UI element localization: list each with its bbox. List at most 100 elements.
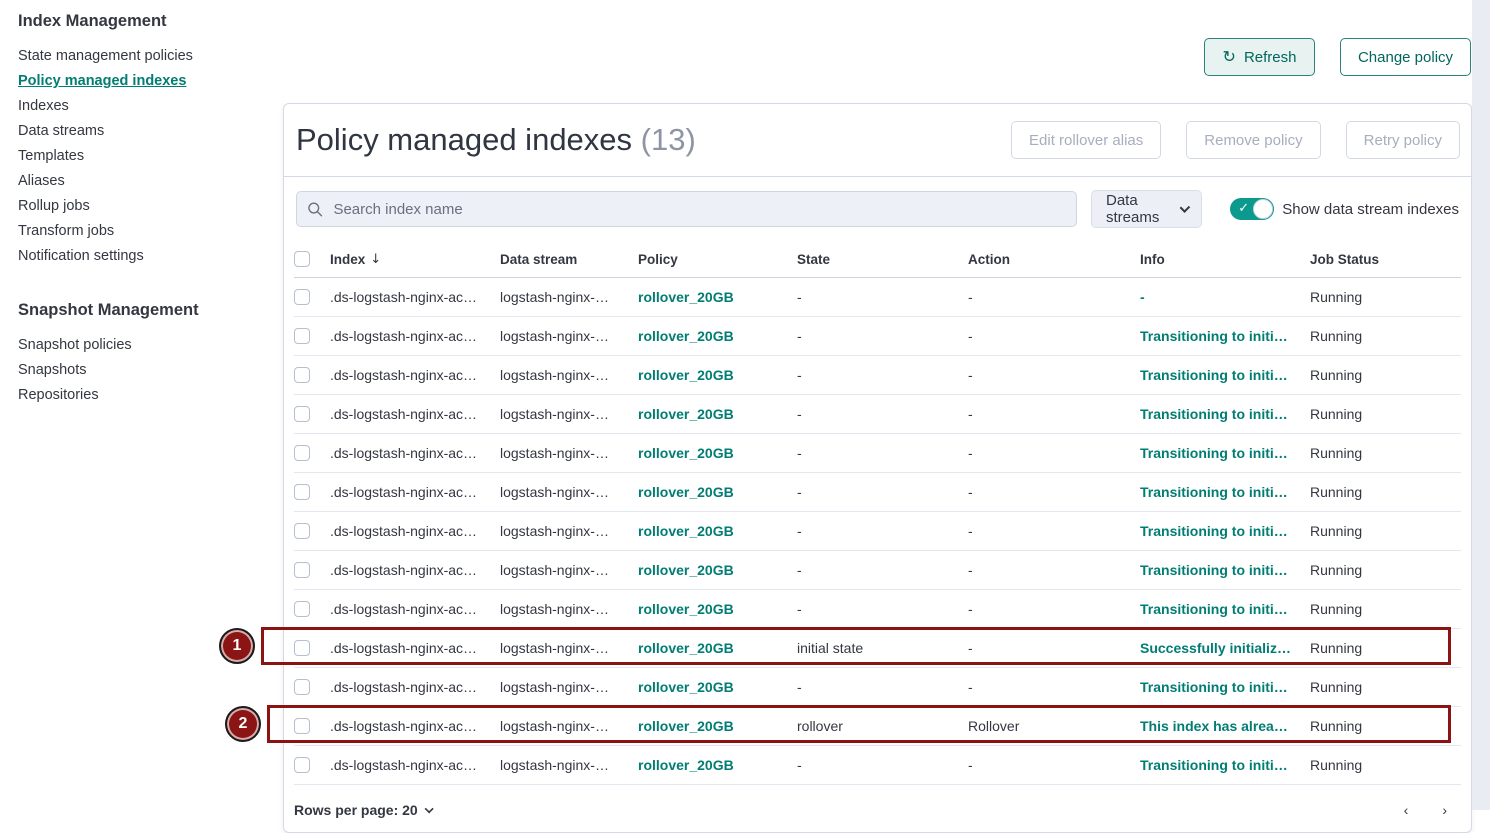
cell-info-link[interactable]: Transitioning to initi… bbox=[1140, 434, 1310, 472]
rows-per-page-control[interactable]: Rows per page: 20 bbox=[294, 802, 432, 818]
row-checkbox[interactable] bbox=[294, 640, 310, 656]
sidebar-item-templates[interactable]: Templates bbox=[18, 144, 268, 169]
column-header-action[interactable]: Action bbox=[968, 241, 1140, 277]
cell-policy-link[interactable]: rollover_20GB bbox=[638, 317, 797, 355]
cell-policy-link[interactable]: rollover_20GB bbox=[638, 590, 797, 628]
cell-policy-link[interactable]: rollover_20GB bbox=[638, 707, 797, 745]
row-checkbox[interactable] bbox=[294, 718, 310, 734]
row-checkbox-cell bbox=[294, 278, 330, 316]
cell-policy-link[interactable]: rollover_20GB bbox=[638, 434, 797, 472]
sidebar-item-rollup-jobs[interactable]: Rollup jobs bbox=[18, 194, 268, 219]
row-checkbox-cell bbox=[294, 317, 330, 355]
row-checkbox-cell bbox=[294, 746, 330, 784]
sidebar-item-data-streams[interactable]: Data streams bbox=[18, 119, 268, 144]
cell-data-stream: logstash-nginx-… bbox=[500, 668, 638, 706]
cell-policy-link[interactable]: rollover_20GB bbox=[638, 551, 797, 589]
row-checkbox[interactable] bbox=[294, 289, 310, 305]
row-checkbox[interactable] bbox=[294, 601, 310, 617]
row-checkbox[interactable] bbox=[294, 445, 310, 461]
retry-policy-button[interactable]: Retry policy bbox=[1346, 121, 1460, 159]
sidebar-item-label: Indexes bbox=[18, 98, 69, 114]
cell-index: .ds-logstash-nginx-ac… bbox=[330, 590, 500, 628]
cell-info-link[interactable]: Transitioning to initi… bbox=[1140, 746, 1310, 784]
sidebar-item-label: Data streams bbox=[18, 123, 104, 139]
cell-info-link[interactable]: - bbox=[1140, 278, 1310, 316]
cell-policy-link[interactable]: rollover_20GB bbox=[638, 473, 797, 511]
select-all-checkbox[interactable] bbox=[294, 251, 310, 267]
show-data-stream-toggle[interactable]: ✓ bbox=[1230, 198, 1274, 220]
column-header-state[interactable]: State bbox=[797, 241, 968, 277]
cell-policy-link[interactable]: rollover_20GB bbox=[638, 746, 797, 784]
sidebar-item-state-management-policies[interactable]: State management policies bbox=[18, 44, 268, 69]
cell-info-link[interactable]: Transitioning to initi… bbox=[1140, 317, 1310, 355]
row-checkbox[interactable] bbox=[294, 367, 310, 383]
cell-state: - bbox=[797, 356, 968, 394]
row-checkbox[interactable] bbox=[294, 328, 310, 344]
sidebar-item-snapshots[interactable]: Snapshots bbox=[18, 358, 268, 383]
sidebar-item-label: State management policies bbox=[18, 48, 193, 64]
cell-index: .ds-logstash-nginx-ac… bbox=[330, 356, 500, 394]
cell-state: - bbox=[797, 473, 968, 511]
cell-data-stream: logstash-nginx-… bbox=[500, 629, 638, 667]
sidebar-item-aliases[interactable]: Aliases bbox=[18, 169, 268, 194]
row-checkbox[interactable] bbox=[294, 523, 310, 539]
column-header-info[interactable]: Info bbox=[1140, 241, 1310, 277]
change-policy-button[interactable]: Change policy bbox=[1340, 38, 1471, 76]
row-checkbox[interactable] bbox=[294, 406, 310, 422]
row-checkbox[interactable] bbox=[294, 757, 310, 773]
cell-state: - bbox=[797, 434, 968, 472]
cell-policy-link[interactable]: rollover_20GB bbox=[638, 629, 797, 667]
search-icon bbox=[307, 201, 323, 218]
sidebar-item-policy-managed-indexes[interactable]: Policy managed indexes bbox=[18, 69, 268, 94]
row-checkbox[interactable] bbox=[294, 562, 310, 578]
table-row: .ds-logstash-nginx-ac…logstash-nginx-…ro… bbox=[294, 395, 1461, 434]
cell-index: .ds-logstash-nginx-ac… bbox=[330, 512, 500, 550]
cell-info-link[interactable]: Transitioning to initi… bbox=[1140, 668, 1310, 706]
cell-policy-link[interactable]: rollover_20GB bbox=[638, 356, 797, 394]
scrollbar-track[interactable] bbox=[1472, 0, 1490, 810]
cell-policy-link[interactable]: rollover_20GB bbox=[638, 668, 797, 706]
column-header-index[interactable]: Index ↓ bbox=[330, 241, 500, 277]
table-row: .ds-logstash-nginx-ac…logstash-nginx-…ro… bbox=[294, 551, 1461, 590]
cell-info-link[interactable]: Transitioning to initi… bbox=[1140, 356, 1310, 394]
sidebar-item-label: Templates bbox=[18, 148, 84, 164]
show-data-stream-toggle-group: ✓ Show data stream indexes bbox=[1230, 198, 1459, 220]
row-checkbox-cell bbox=[294, 707, 330, 745]
cell-info-link[interactable]: Successfully initializ… bbox=[1140, 629, 1310, 667]
sidebar-item-transform-jobs[interactable]: Transform jobs bbox=[18, 219, 268, 244]
cell-job-status: Running bbox=[1310, 395, 1461, 433]
annotation-marker-1: 1 bbox=[219, 628, 255, 664]
page-title-text: Policy managed indexes bbox=[296, 122, 632, 157]
sidebar-item-snapshot-policies[interactable]: Snapshot policies bbox=[18, 333, 268, 358]
column-header-policy[interactable]: Policy bbox=[638, 241, 797, 277]
sidebar-item-repositories[interactable]: Repositories bbox=[18, 383, 268, 408]
cell-info-link[interactable]: This index has alrea… bbox=[1140, 707, 1310, 745]
cell-data-stream: logstash-nginx-… bbox=[500, 395, 638, 433]
cell-state: - bbox=[797, 551, 968, 589]
next-page-icon[interactable]: › bbox=[1442, 802, 1447, 818]
column-header-data-stream[interactable]: Data stream bbox=[500, 241, 638, 277]
row-checkbox[interactable] bbox=[294, 679, 310, 695]
cell-policy-link[interactable]: rollover_20GB bbox=[638, 512, 797, 550]
cell-info-link[interactable]: Transitioning to initi… bbox=[1140, 473, 1310, 511]
sidebar-item-label: Aliases bbox=[18, 173, 65, 189]
remove-policy-button[interactable]: Remove policy bbox=[1186, 121, 1320, 159]
cell-data-stream: logstash-nginx-… bbox=[500, 473, 638, 511]
cell-policy-link[interactable]: rollover_20GB bbox=[638, 278, 797, 316]
previous-page-icon[interactable]: ‹ bbox=[1404, 802, 1409, 818]
cell-info-link[interactable]: Transitioning to initi… bbox=[1140, 551, 1310, 589]
cell-data-stream: logstash-nginx-… bbox=[500, 746, 638, 784]
data-streams-dropdown[interactable]: Data streams bbox=[1091, 190, 1202, 228]
cell-info-link[interactable]: Transitioning to initi… bbox=[1140, 395, 1310, 433]
row-checkbox[interactable] bbox=[294, 484, 310, 500]
cell-info-link[interactable]: Transitioning to initi… bbox=[1140, 512, 1310, 550]
edit-rollover-alias-button[interactable]: Edit rollover alias bbox=[1011, 121, 1161, 159]
cell-job-status: Running bbox=[1310, 668, 1461, 706]
sidebar-item-notification-settings[interactable]: Notification settings bbox=[18, 244, 268, 269]
cell-policy-link[interactable]: rollover_20GB bbox=[638, 395, 797, 433]
column-header-job-status[interactable]: Job Status bbox=[1310, 241, 1461, 277]
refresh-button[interactable]: ↻ Refresh bbox=[1204, 38, 1315, 76]
search-input[interactable] bbox=[331, 200, 1066, 219]
sidebar-item-indexes[interactable]: Indexes bbox=[18, 94, 268, 119]
cell-info-link[interactable]: Transitioning to initi… bbox=[1140, 590, 1310, 628]
